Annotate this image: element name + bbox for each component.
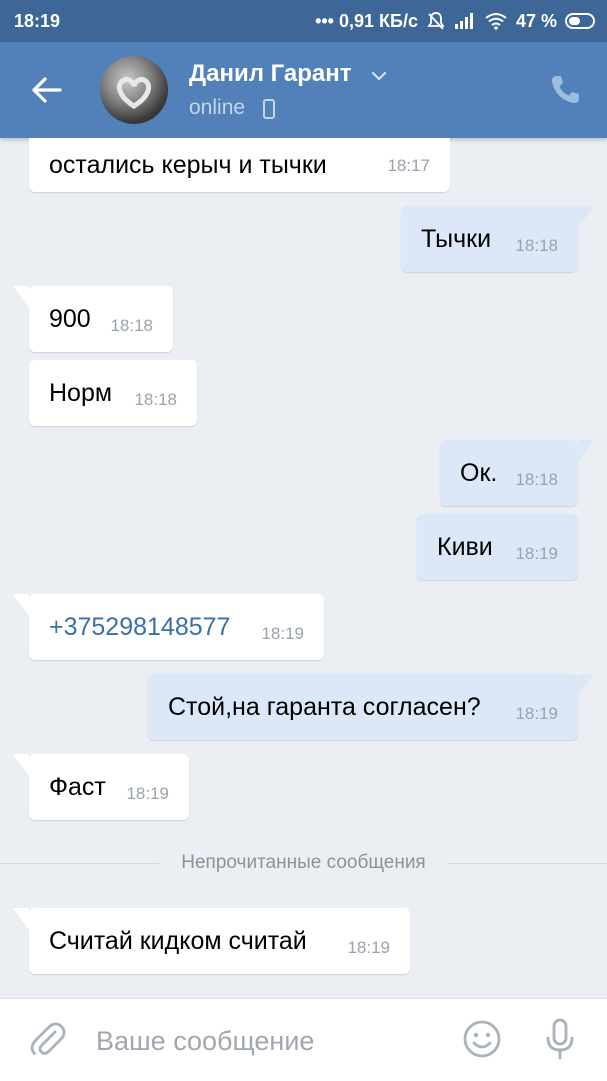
emoji-icon xyxy=(463,1020,501,1058)
paperclip-icon xyxy=(30,1022,66,1055)
status-bar: 18:19 ••• 0,91 КБ/с 47 % xyxy=(0,0,607,42)
message-text: Считай кидком считай xyxy=(49,926,307,955)
message-text: Стой,на гаранта согласен? xyxy=(168,692,481,721)
bubble-tail xyxy=(13,594,29,616)
message-bubble-incoming[interactable]: остались керыч и тычки 18:17 xyxy=(29,138,450,192)
battery-percent: 47 % xyxy=(515,10,557,31)
message-text: 900 xyxy=(49,304,91,333)
microphone-button[interactable] xyxy=(542,1017,578,1061)
bubble-tail xyxy=(13,754,29,776)
message-bubble-outgoing[interactable]: Киви 18:19 xyxy=(417,514,578,580)
battery-icon xyxy=(565,13,595,29)
contact-name[interactable]: Данил Гарант xyxy=(189,60,352,88)
divider-line xyxy=(447,862,607,864)
call-icon xyxy=(552,76,579,103)
message-text: Ок. xyxy=(460,458,498,487)
message-time: 18:19 xyxy=(347,938,390,957)
chevron-down-icon[interactable] xyxy=(369,66,389,86)
message-bubble-incoming[interactable]: Считай кидком считай 18:19 xyxy=(13,908,410,974)
message-bubble-outgoing[interactable]: Ок. 18:18 xyxy=(440,440,594,506)
message-time: 18:18 xyxy=(110,316,153,335)
network-speed: ••• 0,91 КБ/с xyxy=(315,10,418,31)
message-text: Киви xyxy=(437,532,493,561)
unread-label: Непрочитанные сообщения xyxy=(181,852,426,873)
back-arrow-icon xyxy=(32,77,62,103)
call-button[interactable] xyxy=(547,72,583,108)
message-time: 18:18 xyxy=(134,390,177,409)
message-time: 18:19 xyxy=(515,704,558,723)
bubble-tail xyxy=(578,206,594,228)
contact-status: online xyxy=(189,96,246,119)
divider-line xyxy=(0,862,160,864)
signal-icon xyxy=(454,12,476,30)
back-button[interactable] xyxy=(26,70,66,110)
message-time: 18:18 xyxy=(515,236,558,255)
message-bubble-incoming[interactable]: Норм 18:18 xyxy=(29,360,197,426)
status-time: 18:19 xyxy=(14,10,61,31)
message-time: 18:18 xyxy=(515,470,558,489)
bubble-tail xyxy=(578,440,594,462)
emoji-button[interactable] xyxy=(462,1019,502,1059)
bubble-tail xyxy=(578,674,594,696)
unread-divider: Непрочитанные сообщения xyxy=(0,848,607,878)
message-time: 18:19 xyxy=(515,544,558,563)
message-text: Тычки xyxy=(421,224,492,253)
message-time: 18:17 xyxy=(387,156,430,175)
mute-icon xyxy=(426,11,446,31)
message-input[interactable] xyxy=(96,1021,436,1061)
message-text: остались керыч и тычки xyxy=(49,150,327,179)
avatar[interactable] xyxy=(100,56,168,124)
status-right: ••• 0,91 КБ/с 47 % xyxy=(315,11,595,32)
message-time: 18:19 xyxy=(126,784,169,803)
message-bubble-incoming[interactable]: Фаст 18:19 xyxy=(13,754,189,820)
message-bubble-incoming[interactable]: 900 18:18 xyxy=(13,286,173,352)
wifi-icon xyxy=(484,12,508,30)
attach-button[interactable] xyxy=(28,1019,68,1059)
mobile-phone-icon xyxy=(263,99,275,119)
bubble-tail xyxy=(13,286,29,308)
bubble-tail xyxy=(13,908,29,930)
message-bubble-outgoing[interactable]: Стой,на гаранта согласен? 18:19 xyxy=(148,674,594,740)
message-text: Фаст xyxy=(49,772,106,801)
microphone-icon xyxy=(546,1018,574,1060)
message-bubble-incoming[interactable]: +375298148577 18:19 xyxy=(13,594,324,660)
phone-link[interactable]: +375298148577 xyxy=(49,613,230,642)
message-input-bar xyxy=(0,998,607,1081)
chat-header: Данил Гарант online xyxy=(0,42,607,138)
message-time: 18:19 xyxy=(261,624,304,643)
message-text: Норм xyxy=(49,378,113,407)
message-list[interactable]: остались керыч и тычки 18:17 Тычки 18:18… xyxy=(0,138,607,998)
message-bubble-outgoing[interactable]: Тычки 18:18 xyxy=(401,206,594,272)
